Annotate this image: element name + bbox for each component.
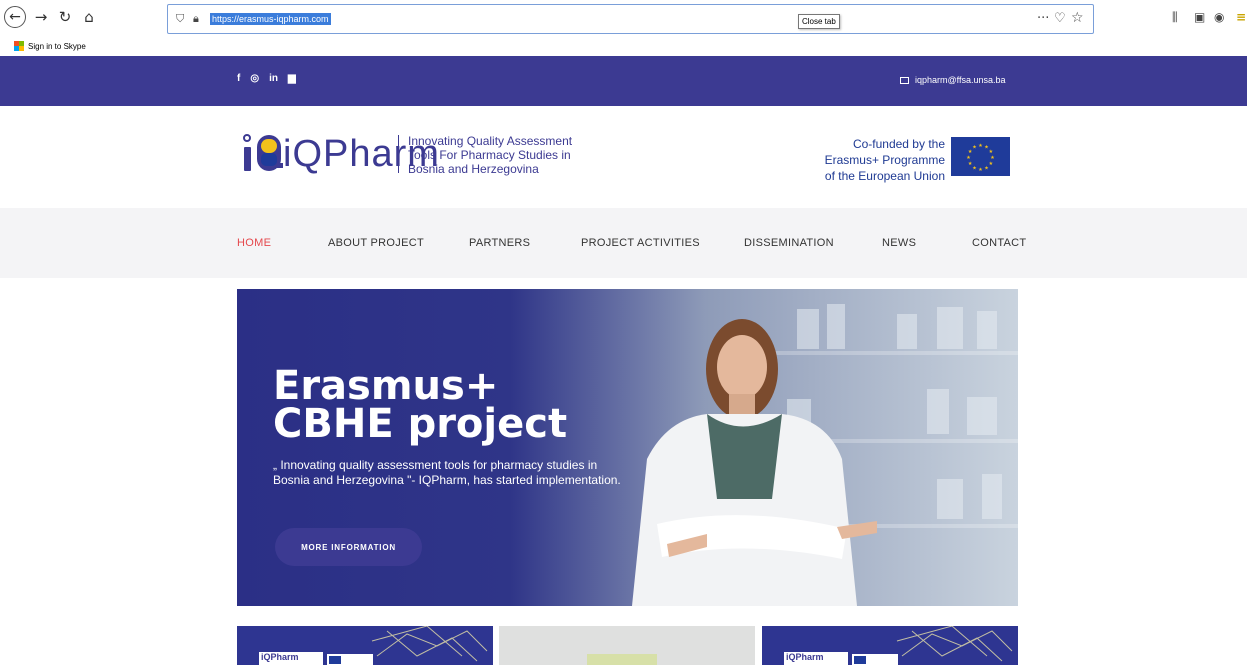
instagram-icon[interactable]: ◎ — [250, 73, 259, 84]
reload-icon[interactable]: ↻ — [54, 6, 76, 28]
menu-icon[interactable]: ≡ — [1236, 10, 1246, 24]
svg-text:★: ★ — [984, 165, 989, 171]
card-eu-badge — [852, 654, 898, 665]
tagline-line: Bosnia and Herzegovina — [408, 162, 539, 176]
hero-title-line: CBHE project — [273, 401, 568, 447]
tagline-line: Innovating Quality Assessment — [408, 134, 573, 148]
tracking-shield-icon[interactable]: ⛉ — [176, 12, 184, 26]
back-icon[interactable]: ← — [4, 6, 26, 28]
library-icon[interactable]: ⫼ — [1172, 10, 1178, 25]
email-text[interactable]: iqpharm@ffsa.unsa.ba — [915, 75, 1006, 85]
news-card[interactable]: iQPharm — [762, 626, 1018, 665]
sidebar-icon[interactable]: ▣ — [1194, 10, 1205, 24]
nav-partners[interactable]: PARTNERS — [469, 237, 530, 249]
news-card[interactable]: iQPharm — [237, 626, 493, 665]
more-information-button[interactable]: MORE INFORMATION — [275, 528, 422, 566]
home-icon[interactable]: ⌂ — [78, 6, 100, 28]
hero-title: Erasmus+ CBHE project — [273, 363, 568, 447]
microsoft-icon — [14, 41, 24, 51]
social-links: f ◎ in ▆ — [237, 73, 296, 84]
card-logo: iQPharm — [259, 652, 323, 665]
browser-toolbar: ← → ↻ ⌂ ⛉ 🔒︎ https://erasmus-iqpharm.com… — [0, 0, 1247, 38]
pocket-icon[interactable]: ♡ — [1054, 11, 1066, 26]
site-topbar: f ◎ in ▆ iqpharm@ffsa.unsa.ba — [0, 56, 1247, 106]
main-nav: HOME ABOUT PROJECT PARTNERS PROJECT ACTI… — [0, 208, 1247, 278]
nav-contact[interactable]: CONTACT — [972, 237, 1026, 249]
forward-icon[interactable]: → — [30, 6, 52, 28]
site-logo[interactable]: iQPharm Innovating Quality Assessment To… — [237, 127, 607, 187]
logo-divider — [398, 135, 399, 173]
close-tab-tooltip: Close tab — [798, 14, 840, 29]
cofunded-line: Erasmus+ Programme — [824, 153, 945, 167]
email-link[interactable]: iqpharm@ffsa.unsa.ba — [900, 75, 1006, 85]
bookmark-star-icon[interactable]: ☆ — [1071, 10, 1084, 26]
map-graphic — [896, 626, 1013, 662]
eu-flag-icon: ★ ★★ ★★★ ★★★ ★★★ — [951, 137, 1010, 176]
svg-text:★: ★ — [978, 143, 983, 149]
account-icon[interactable]: ◉ — [1214, 10, 1224, 24]
hero-description: „ Innovating quality assessment tools fo… — [273, 458, 621, 487]
svg-text:★: ★ — [968, 161, 973, 167]
svg-text:★: ★ — [989, 161, 994, 167]
nav-project-activities[interactable]: PROJECT ACTIVITIES — [581, 237, 700, 249]
nav-news[interactable]: NEWS — [882, 237, 916, 249]
address-bar[interactable]: ⛉ 🔒︎ https://erasmus-iqpharm.com Close t… — [167, 4, 1094, 34]
svg-text:★: ★ — [972, 165, 977, 171]
card-eu-badge — [327, 654, 373, 665]
svg-text:★: ★ — [978, 167, 983, 173]
news-card[interactable] — [499, 626, 755, 665]
projector-screen — [587, 654, 657, 665]
tagline-line: Tools For Pharmacy Studies in — [408, 148, 571, 162]
logo-tagline: Innovating Quality Assessment Tools For … — [408, 134, 618, 176]
cofunded-line: of the European Union — [824, 169, 945, 183]
url-text[interactable]: https://erasmus-iqpharm.com — [210, 13, 331, 25]
svg-text:★: ★ — [972, 145, 977, 151]
page-actions-icon[interactable]: ··· — [1037, 11, 1049, 26]
nav-about-project[interactable]: ABOUT PROJECT — [328, 237, 424, 249]
nav-dissemination[interactable]: DISSEMINATION — [744, 237, 834, 249]
nav-home[interactable]: HOME — [237, 237, 271, 249]
bookmarks-bar: Sign in to Skype — [14, 38, 86, 54]
hero-title-line: Erasmus+ — [273, 363, 499, 409]
facebook-icon[interactable]: f — [237, 73, 240, 84]
mail-icon — [900, 76, 909, 84]
cofunded-text: Co-funded by the Erasmus+ Programme of t… — [800, 136, 945, 184]
hero-banner: Erasmus+ CBHE project „ Innovating quali… — [237, 289, 1018, 606]
youtube-icon[interactable]: ▆ — [288, 73, 296, 84]
card-logo: iQPharm — [784, 652, 848, 665]
lock-icon[interactable]: 🔒︎ — [193, 12, 199, 26]
map-graphic — [371, 626, 488, 662]
svg-text:★: ★ — [966, 155, 971, 161]
linkedin-icon[interactable]: in — [269, 73, 278, 84]
cofunded-line: Co-funded by the — [852, 137, 945, 151]
bookmark-skype[interactable]: Sign in to Skype — [28, 42, 86, 51]
